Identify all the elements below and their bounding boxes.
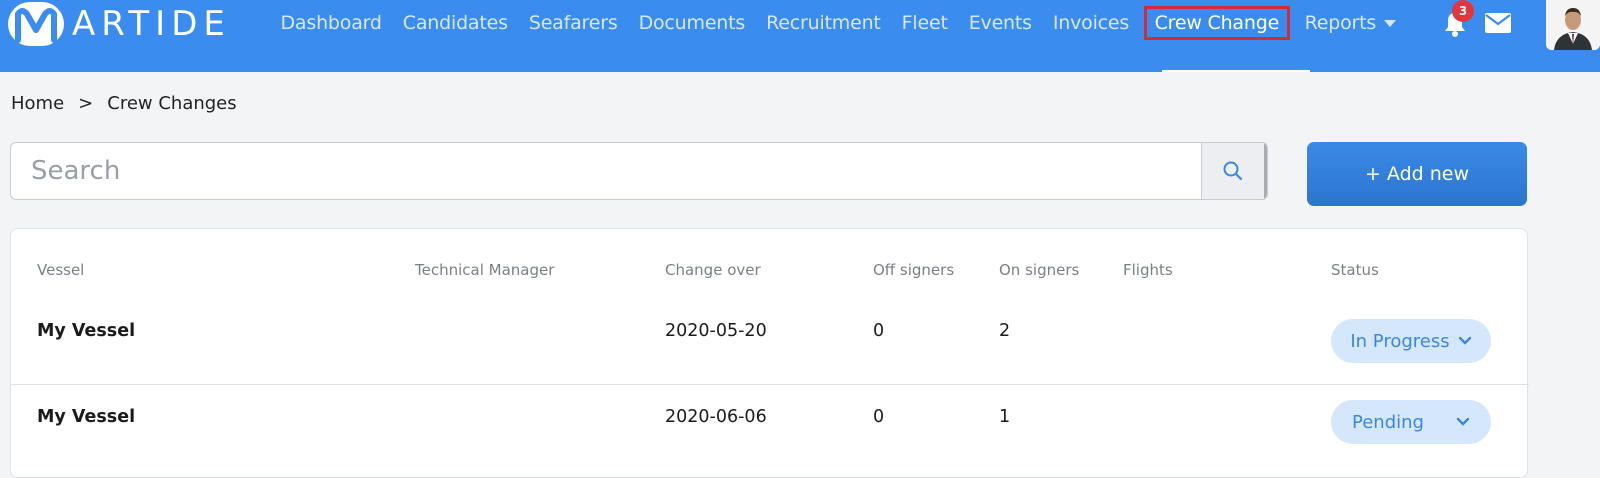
table-row[interactable]: My Vessel 2020-06-06 0 1 Pending [11, 384, 1529, 461]
cell-change-over: 2020-06-06 [665, 407, 767, 427]
nav-events[interactable]: Events [958, 12, 1042, 34]
search-icon [1223, 161, 1243, 181]
table-row[interactable]: My Vessel 2020-05-20 0 2 In Progress [11, 297, 1529, 374]
main-nav: Dashboard Candidates Seafarers Documents… [270, 0, 1407, 46]
mail-icon[interactable] [1484, 12, 1512, 34]
chevron-down-icon [1458, 336, 1471, 345]
column-header-flights: Flights [1123, 261, 1173, 279]
nav-dashboard[interactable]: Dashboard [270, 12, 392, 34]
breadcrumb-home[interactable]: Home [11, 93, 64, 114]
martide-logo[interactable]: ARTIDE [8, 2, 231, 46]
nav-recruitment[interactable]: Recruitment [756, 12, 892, 34]
nav-invoices[interactable]: Invoices [1042, 12, 1139, 34]
user-avatar[interactable] [1546, 0, 1600, 50]
crew-changes-table: Vessel Technical Manager Change over Off… [10, 228, 1529, 478]
nav-candidates[interactable]: Candidates [392, 12, 518, 34]
status-dropdown[interactable]: In Progress [1331, 319, 1491, 363]
column-header-change-over: Change over [665, 261, 761, 279]
breadcrumb-separator: > [78, 93, 94, 114]
add-new-button[interactable]: + Add new [1307, 142, 1527, 206]
status-dropdown[interactable]: Pending [1331, 400, 1491, 444]
column-header-status: Status [1331, 261, 1379, 279]
status-label: In Progress [1350, 330, 1450, 352]
search-bar [10, 142, 1268, 200]
nav-reports[interactable]: Reports [1294, 12, 1406, 34]
cell-off-signers: 0 [873, 407, 885, 427]
cell-on-signers: 2 [999, 321, 1011, 341]
column-header-off-signers: Off signers [873, 261, 955, 279]
logo-mark [8, 2, 64, 46]
top-navbar: ARTIDE Dashboard Candidates Seafarers Do… [0, 0, 1600, 72]
caret-down-icon [1384, 20, 1397, 27]
active-tab-underline [1162, 70, 1310, 72]
nav-seafarers[interactable]: Seafarers [518, 12, 628, 34]
notification-badge: 3 [1452, 0, 1474, 22]
cell-vessel[interactable]: My Vessel [37, 321, 135, 341]
column-header-vessel: Vessel [37, 261, 85, 279]
cell-change-over: 2020-05-20 [665, 321, 767, 341]
cell-off-signers: 0 [873, 321, 885, 341]
cell-vessel[interactable]: My Vessel [37, 407, 135, 427]
nav-documents[interactable]: Documents [628, 12, 756, 34]
nav-fleet[interactable]: Fleet [891, 12, 958, 34]
breadcrumb: Home > Crew Changes [11, 93, 237, 114]
cell-on-signers: 1 [999, 407, 1011, 427]
chevron-down-icon [1456, 417, 1470, 426]
column-header-on-signers: On signers [999, 261, 1080, 279]
status-label: Pending [1352, 411, 1424, 433]
search-input[interactable] [11, 143, 1201, 199]
logo-text: ARTIDE [72, 4, 231, 44]
nav-reports-label: Reports [1304, 12, 1377, 34]
column-header-technical-manager: Technical Manager [415, 261, 555, 279]
nav-crew-change[interactable]: Crew Change [1143, 6, 1291, 40]
search-button[interactable] [1201, 143, 1267, 199]
breadcrumb-current: Crew Changes [107, 93, 237, 114]
